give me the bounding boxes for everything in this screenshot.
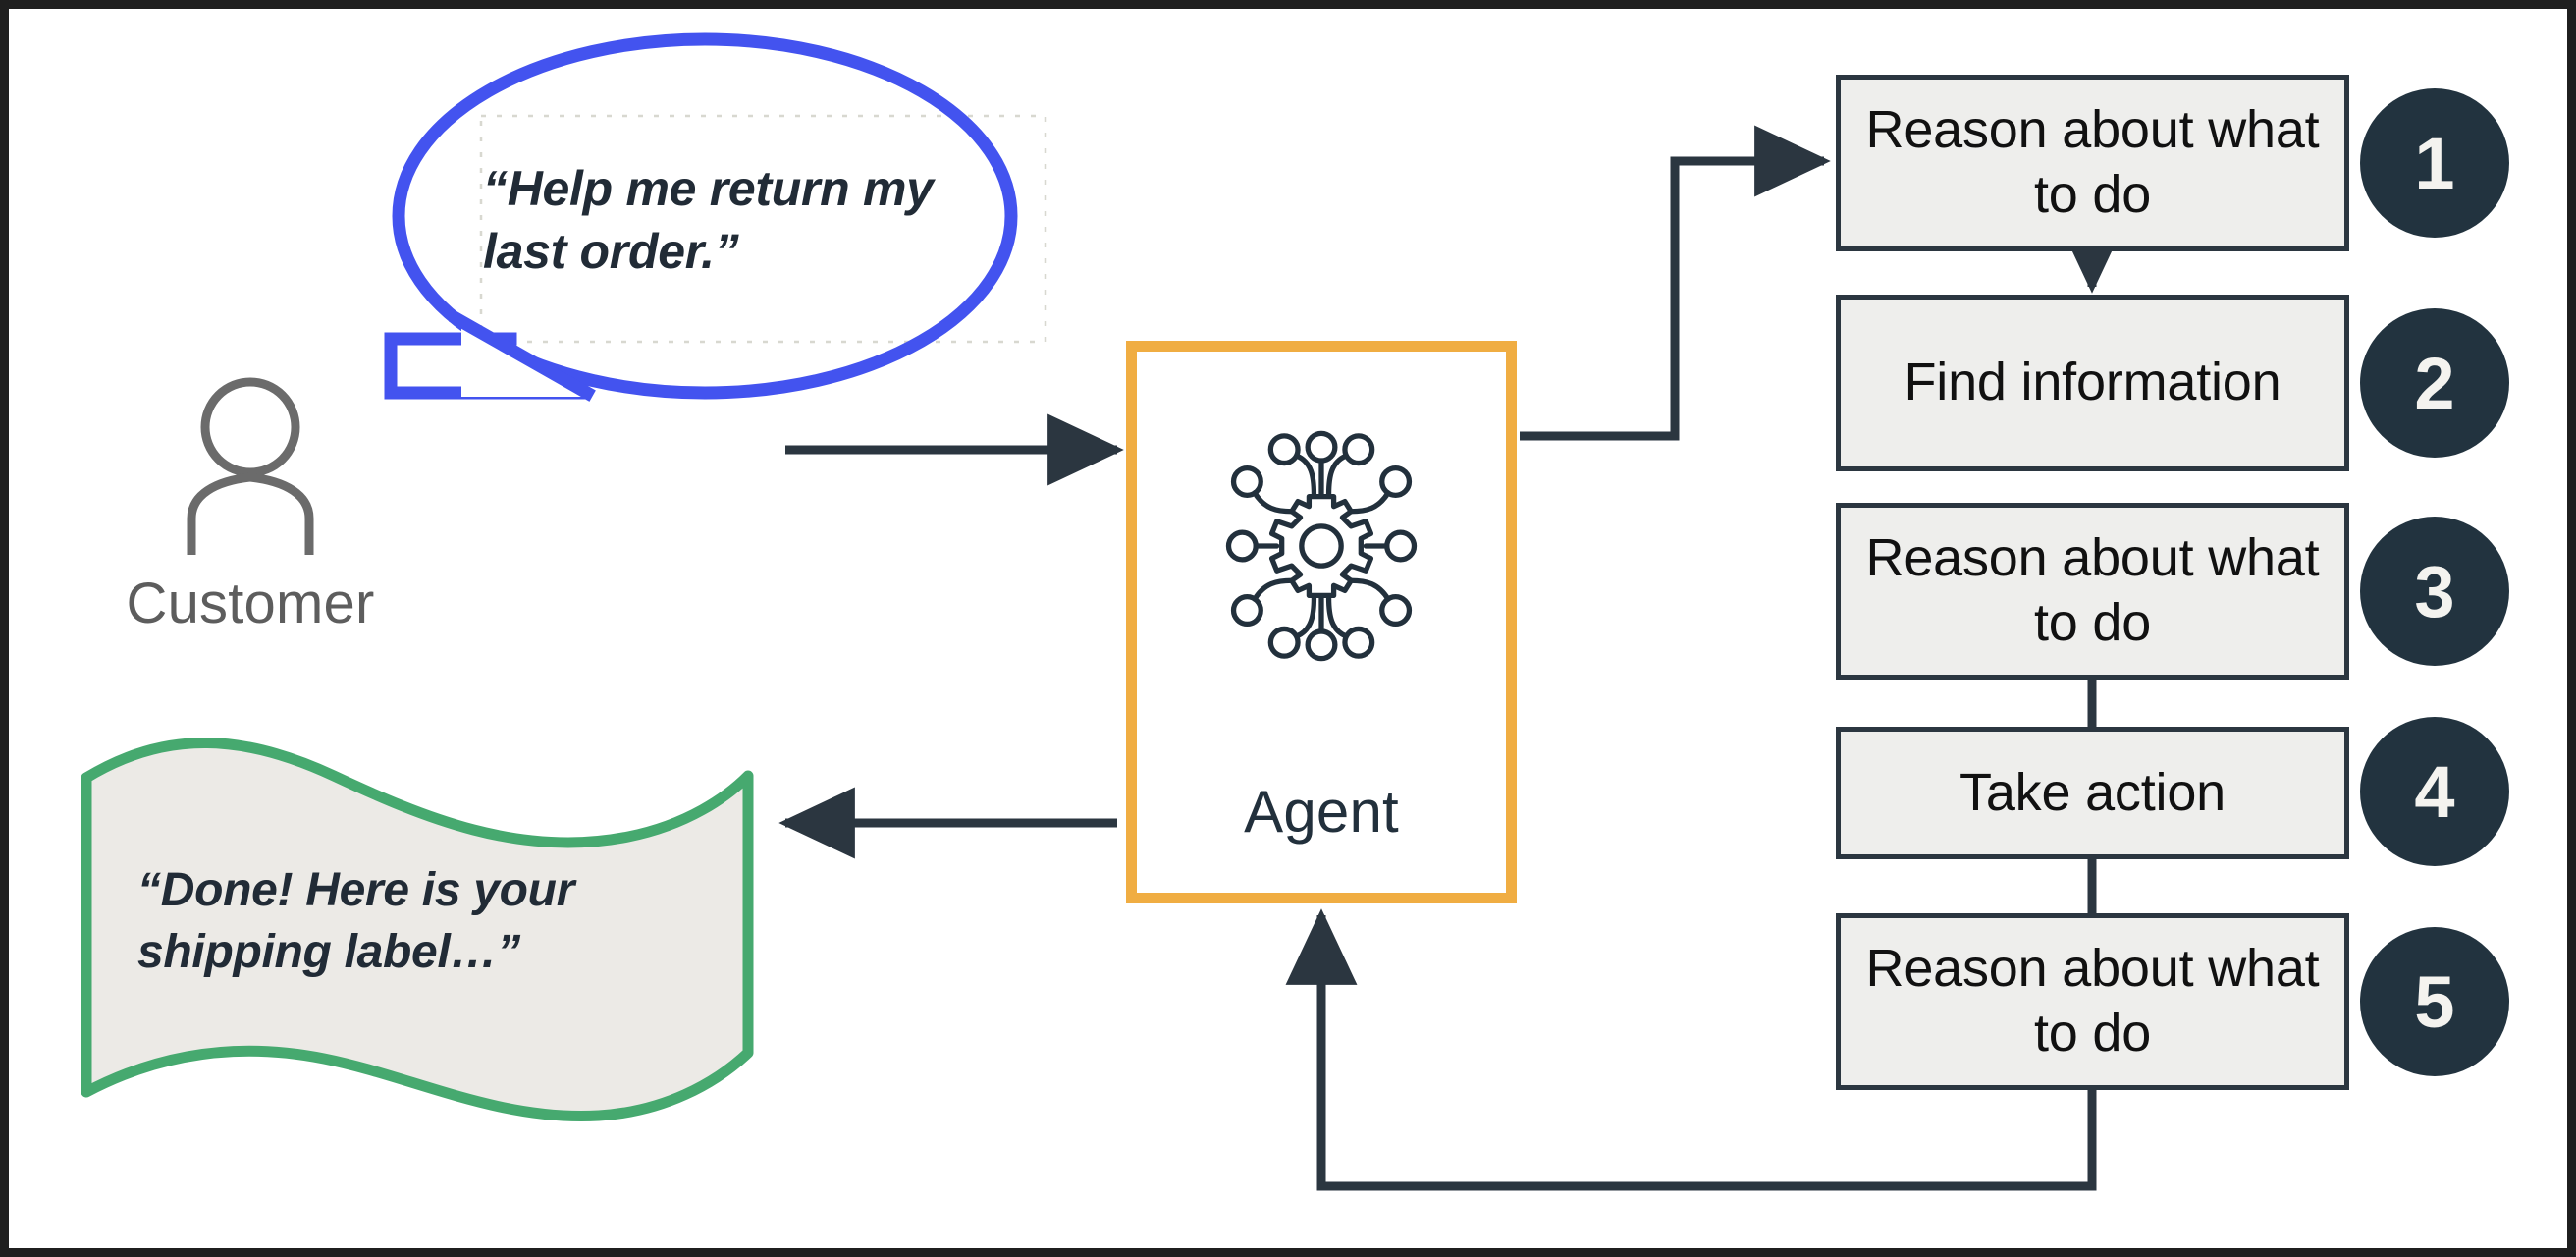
step-label: Reason about what to do: [1865, 939, 2320, 1063]
step-box-2[interactable]: Find information: [1836, 295, 2349, 471]
step-number-badge-4: 4: [2360, 717, 2509, 866]
step-label: Reason about what to do: [1865, 100, 2320, 224]
step-number-badge-5: 5: [2360, 927, 2509, 1076]
step-box-4[interactable]: Take action: [1836, 727, 2349, 859]
step-label: Reason about what to do: [1865, 528, 2320, 652]
agent-label: Agent: [1244, 779, 1399, 845]
step-number: 3: [2414, 550, 2455, 632]
gear-network-icon: [1225, 430, 1418, 662]
step-number: 2: [2414, 342, 2455, 424]
step-box-1[interactable]: Reason about what to do: [1836, 75, 2349, 251]
agent-response-text: “Done! Here is your shipping label…”: [137, 864, 575, 979]
arrow-agent-to-step-1: [1520, 125, 1831, 441]
step-number: 1: [2414, 122, 2455, 204]
diagram-canvas: Customer “Help me return my last order.”…: [0, 0, 2576, 1257]
customer-message-text: “Help me return my last order.”: [483, 161, 934, 279]
step-box-3[interactable]: Reason about what to do: [1836, 503, 2349, 680]
step-label: Find information: [1904, 353, 2281, 412]
step-number-badge-1: 1: [2360, 88, 2509, 238]
agent-box[interactable]: Agent: [1126, 341, 1517, 903]
step-label: Take action: [1959, 762, 2226, 822]
person-icon: [187, 377, 314, 555]
customer-label: Customer: [126, 572, 375, 635]
step-box-5[interactable]: Reason about what to do: [1836, 913, 2349, 1090]
step-number-badge-2: 2: [2360, 308, 2509, 458]
customer-group: Customer: [103, 373, 398, 636]
step-number: 5: [2414, 960, 2455, 1043]
step-number: 4: [2414, 750, 2455, 833]
step-number-badge-3: 3: [2360, 517, 2509, 666]
